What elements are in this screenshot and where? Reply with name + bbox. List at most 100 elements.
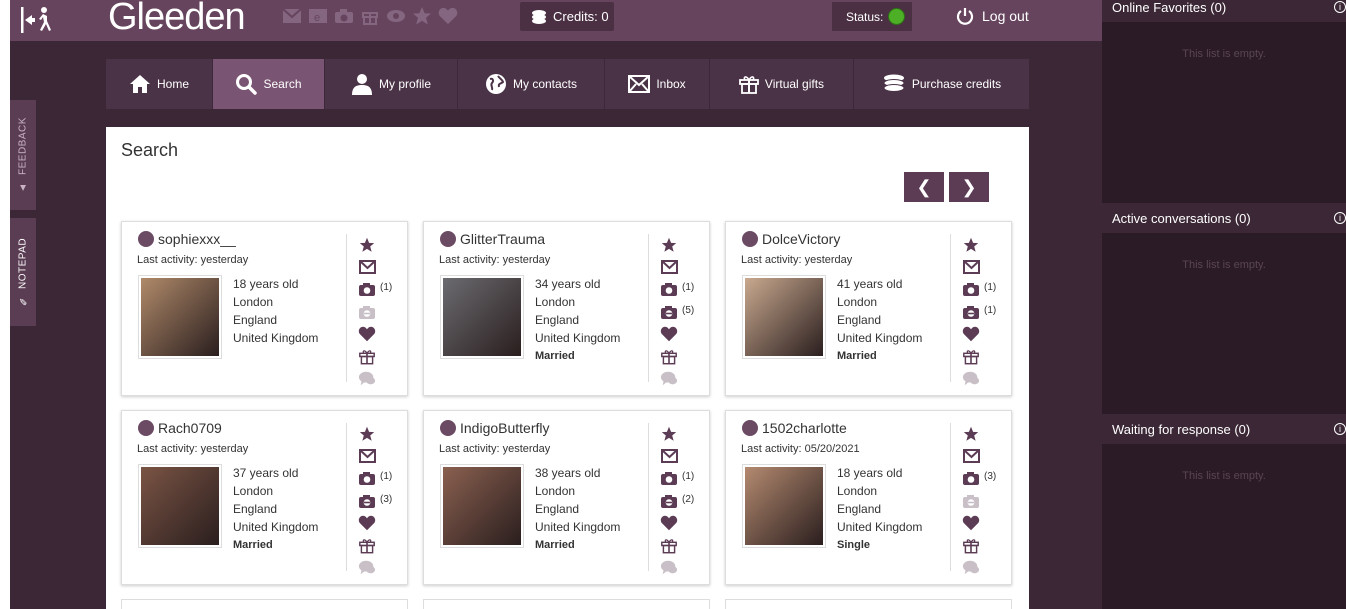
favorite-star-icon[interactable] [962, 236, 980, 254]
nav-home[interactable]: Home [106, 59, 213, 109]
photos-camera-icon[interactable] [660, 469, 678, 487]
heart-icon[interactable] [962, 325, 980, 343]
profile-photo[interactable] [440, 275, 524, 359]
notepad-tab[interactable]: ✎ NOTEPAD [10, 218, 36, 326]
private-photos-icon[interactable] [962, 303, 980, 321]
photos-camera-icon[interactable] [660, 280, 678, 298]
profile-username[interactable]: 1502charlotte [762, 420, 847, 436]
photos-camera-icon[interactable] [358, 469, 376, 487]
camera-icon[interactable] [334, 6, 354, 26]
next-page-button[interactable]: ❯ [949, 172, 989, 202]
send-message-icon[interactable] [358, 258, 376, 276]
chat-icon[interactable] [660, 369, 678, 387]
nav-my-contacts[interactable]: My contacts [458, 59, 605, 109]
profile-photo[interactable] [742, 464, 826, 548]
profile-username[interactable]: DolceVictory [762, 231, 840, 247]
gift-icon [739, 76, 759, 94]
photos-camera-icon[interactable] [358, 280, 376, 298]
photos-camera-icon[interactable] [962, 280, 980, 298]
favorite-star-icon[interactable] [660, 236, 678, 254]
profile-username[interactable]: Rach0709 [158, 420, 222, 436]
send-message-icon[interactable] [962, 447, 980, 465]
coins-icon [883, 74, 905, 92]
heart-icon[interactable] [962, 514, 980, 532]
private-photos-icon[interactable] [358, 492, 376, 510]
profile-city: London [233, 295, 274, 309]
profile-city: London [837, 484, 878, 498]
profile-photo[interactable] [138, 275, 222, 359]
profile-info: 18 years old London England United Kingd… [233, 275, 318, 347]
info-icon[interactable]: i [1334, 423, 1346, 435]
profile-photo[interactable] [440, 464, 524, 548]
nav-my-profile[interactable]: My profile [325, 59, 458, 109]
private-photos-icon[interactable] [660, 492, 678, 510]
private-photos-icon[interactable] [962, 492, 980, 510]
credits-button[interactable]: Credits: 0 [520, 2, 614, 31]
profile-card[interactable]: Rach0709 Last activity: yesterday 37 yea… [121, 410, 408, 585]
heart-icon[interactable] [358, 325, 376, 343]
gift-icon[interactable] [360, 6, 380, 26]
gift-icon[interactable] [358, 536, 376, 554]
ecard-icon[interactable]: e [308, 6, 328, 26]
profile-username[interactable]: GlitterTrauma [460, 231, 545, 247]
photo-count: (1) [682, 282, 695, 293]
heart-icon[interactable] [358, 514, 376, 532]
profile-card[interactable]: sophiexxx__ Last activity: yesterday 18 … [121, 221, 408, 396]
favorite-star-icon[interactable] [358, 236, 376, 254]
gift-icon[interactable] [660, 536, 678, 554]
credits-label: Credits: 0 [553, 9, 609, 24]
nav-search[interactable]: Search [213, 59, 325, 109]
private-photos-icon[interactable] [660, 303, 678, 321]
nav-inbox[interactable]: Inbox [605, 59, 710, 109]
status-indicator[interactable]: Status: [832, 2, 912, 31]
profile-card[interactable]: IndigoButterfly Last activity: yesterday… [423, 410, 710, 585]
photo-count: (1) [682, 471, 695, 482]
profile-marital-status: Married [837, 350, 877, 362]
gift-icon[interactable] [962, 536, 980, 554]
logo[interactable]: Gleeden [108, 0, 246, 39]
eye-icon[interactable] [386, 6, 406, 26]
waiting-response-header[interactable]: Waiting for response (0) i [1102, 414, 1346, 444]
feedback-tab[interactable]: ▲ FEEDBACK [10, 100, 36, 210]
nav-virtual-gifts[interactable]: Virtual gifts [710, 59, 854, 109]
profile-photo[interactable] [138, 464, 222, 548]
profile-username[interactable]: sophiexxx__ [158, 231, 236, 247]
info-icon[interactable]: i [1334, 212, 1346, 224]
heart-icon[interactable] [660, 325, 678, 343]
send-message-icon[interactable] [660, 258, 678, 276]
send-message-icon[interactable] [962, 258, 980, 276]
chat-icon[interactable] [962, 369, 980, 387]
chat-icon[interactable] [358, 369, 376, 387]
favorite-star-icon[interactable] [358, 425, 376, 443]
info-icon[interactable]: i [1334, 1, 1346, 13]
profile-card[interactable]: DolceVictory Last activity: yesterday 41… [725, 221, 1012, 396]
profile-card[interactable]: 1502charlotte Last activity: 05/20/2021 … [725, 410, 1012, 585]
prev-page-button[interactable]: ❮ [904, 172, 944, 202]
profile-photo[interactable] [742, 275, 826, 359]
profile-username[interactable]: IndigoButterfly [460, 420, 550, 436]
gift-icon[interactable] [358, 347, 376, 365]
nav-purchase-credits[interactable]: Purchase credits [854, 59, 1029, 109]
private-photo-count: (3) [380, 494, 393, 505]
gift-icon[interactable] [660, 347, 678, 365]
online-favorites-header[interactable]: Online Favorites (0) i [1102, 0, 1346, 22]
favorite-star-icon[interactable] [962, 425, 980, 443]
private-photos-icon[interactable] [358, 303, 376, 321]
send-message-icon[interactable] [358, 447, 376, 465]
active-conversations-header[interactable]: Active conversations (0) i [1102, 203, 1346, 233]
heart-icon[interactable] [660, 514, 678, 532]
heart-icon[interactable] [438, 6, 458, 26]
logout-button[interactable]: Log out [956, 7, 1029, 25]
profile-age: 38 years old [535, 466, 601, 480]
exit-button[interactable] [12, 2, 60, 38]
profile-card[interactable]: GlitterTrauma Last activity: yesterday 3… [423, 221, 710, 396]
gift-icon[interactable] [962, 347, 980, 365]
chat-icon[interactable] [962, 558, 980, 576]
star-icon[interactable] [412, 6, 432, 26]
chat-icon[interactable] [358, 558, 376, 576]
messages-icon[interactable] [282, 6, 302, 26]
favorite-star-icon[interactable] [660, 425, 678, 443]
chat-icon[interactable] [660, 558, 678, 576]
photos-camera-icon[interactable] [962, 469, 980, 487]
send-message-icon[interactable] [660, 447, 678, 465]
